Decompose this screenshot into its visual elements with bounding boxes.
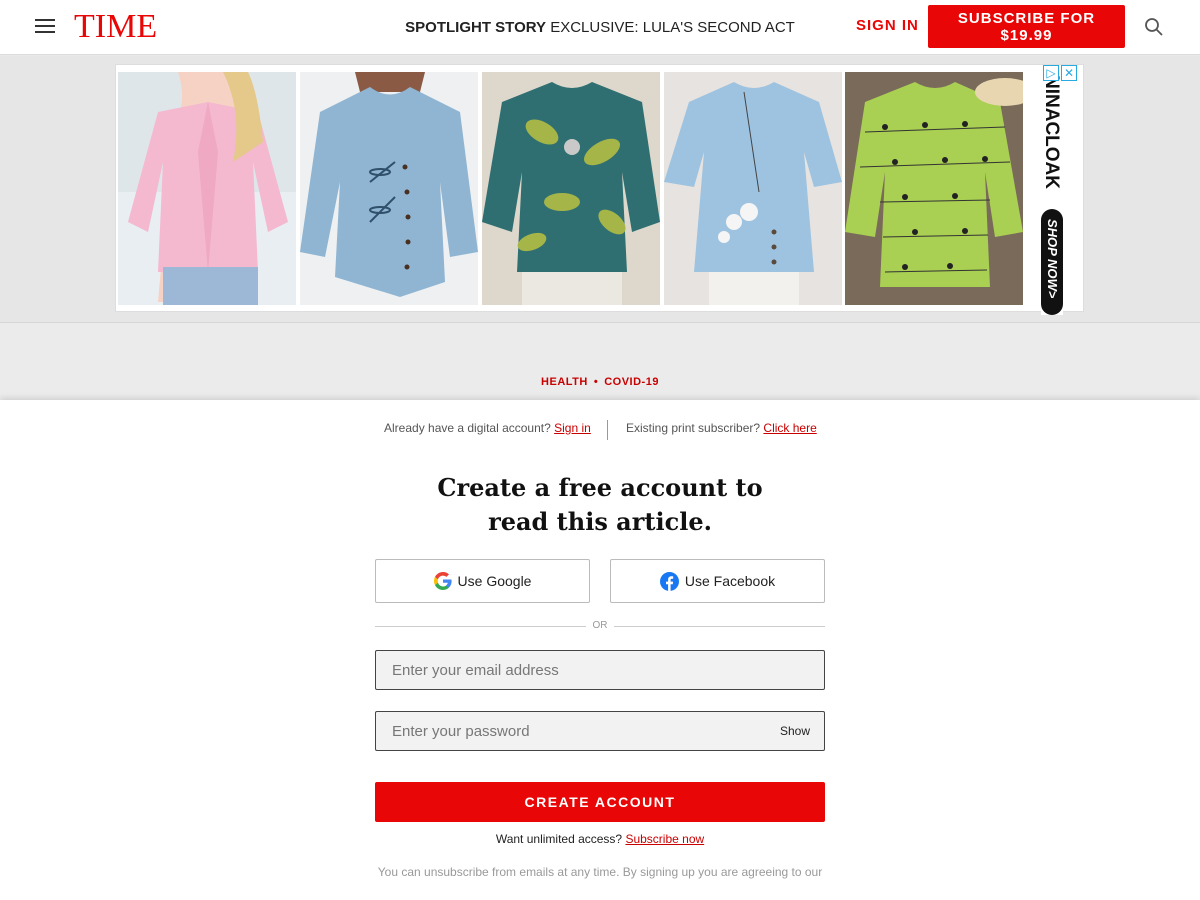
spotlight-label: SPOTLIGHT STORY [405, 19, 547, 36]
email-field-wrapper [375, 650, 825, 690]
advertisement-banner[interactable]: NINACLOAK SHOP NOW> ▷ ✕ [115, 64, 1084, 315]
use-facebook-button[interactable]: Use Facebook [610, 559, 825, 603]
ad-product-image-blue-tunic[interactable] [300, 72, 478, 305]
or-separator: OR [375, 619, 825, 633]
facebook-icon [659, 571, 679, 591]
email-input[interactable] [376, 651, 824, 689]
google-icon [433, 572, 452, 590]
or-text: OR [592, 620, 608, 631]
print-subscriber-prompt: Existing print subscriber? Click here [626, 421, 817, 435]
click-here-link[interactable]: Click here [763, 421, 816, 435]
top-navigation-bar: TIME SPOTLIGHT STORY EXCLUSIVE: LULA'S S… [0, 0, 1200, 55]
sign-in-link-modal[interactable]: Sign in [554, 421, 591, 435]
ad-product-image-green-cat-print[interactable] [845, 72, 1023, 305]
print-subscriber-text: Existing print subscriber? [626, 421, 761, 435]
unlimited-access-text: Want unlimited access? [495, 832, 623, 846]
tag-health[interactable]: HEALTH [541, 376, 588, 388]
ad-region: NINACLOAK SHOP NOW> ▷ ✕ [0, 56, 1200, 323]
sign-in-link[interactable]: SIGN IN [856, 17, 919, 34]
ad-controls: ▷ ✕ [1041, 65, 1077, 81]
unlimited-access-prompt: Want unlimited access? Subscribe now [0, 832, 1200, 846]
ad-product-image-teal-floral[interactable] [482, 72, 660, 305]
create-account-button[interactable]: CREATE ACCOUNT [375, 782, 825, 822]
modal-heading: Create a free account to read this artic… [0, 471, 1200, 539]
ad-close-icon[interactable]: ✕ [1061, 65, 1077, 81]
password-input[interactable] [376, 712, 824, 750]
ad-shop-now: SHOP NOW> [1045, 219, 1060, 299]
heading-line-2: read this article. [488, 507, 712, 536]
registration-wall: Already have a digital account? Sign in … [0, 400, 1200, 900]
show-password-toggle[interactable]: Show [780, 724, 810, 738]
password-field-wrapper: Show [375, 711, 825, 751]
spotlight-title-link[interactable]: EXCLUSIVE: LULA'S SECOND ACT [550, 19, 795, 36]
use-facebook-label: Use Facebook [684, 573, 776, 589]
adchoices-icon[interactable]: ▷ [1043, 65, 1059, 81]
ad-product-image-light-blue-flower[interactable] [664, 72, 842, 305]
tag-covid-19[interactable]: COVID-19 [604, 376, 659, 388]
legal-fineprint: You can unsubscribe from emails at any t… [377, 865, 823, 879]
heading-line-1: Create a free account to [437, 473, 763, 502]
use-google-label: Use Google [457, 573, 532, 589]
use-google-button[interactable]: Use Google [375, 559, 590, 603]
subscribe-button[interactable]: SUBSCRIBE FOR $19.99 [928, 5, 1125, 48]
divider [607, 420, 608, 440]
ad-brand-name: NINACLOAK [1041, 75, 1062, 189]
search-icon[interactable] [1144, 17, 1164, 37]
article-header-area [0, 323, 1200, 400]
ad-product-image-pink-blouse[interactable] [118, 72, 296, 305]
article-tags: HEALTH • COVID-19 [0, 376, 1200, 388]
tag-separator: • [593, 376, 599, 388]
digital-account-text: Already have a digital account? [384, 421, 551, 435]
digital-account-prompt: Already have a digital account? Sign in [384, 421, 591, 435]
ninacloak-brand-strip[interactable]: NINACLOAK SHOP NOW> [1041, 71, 1063, 315]
subscribe-now-link[interactable]: Subscribe now [625, 832, 704, 846]
